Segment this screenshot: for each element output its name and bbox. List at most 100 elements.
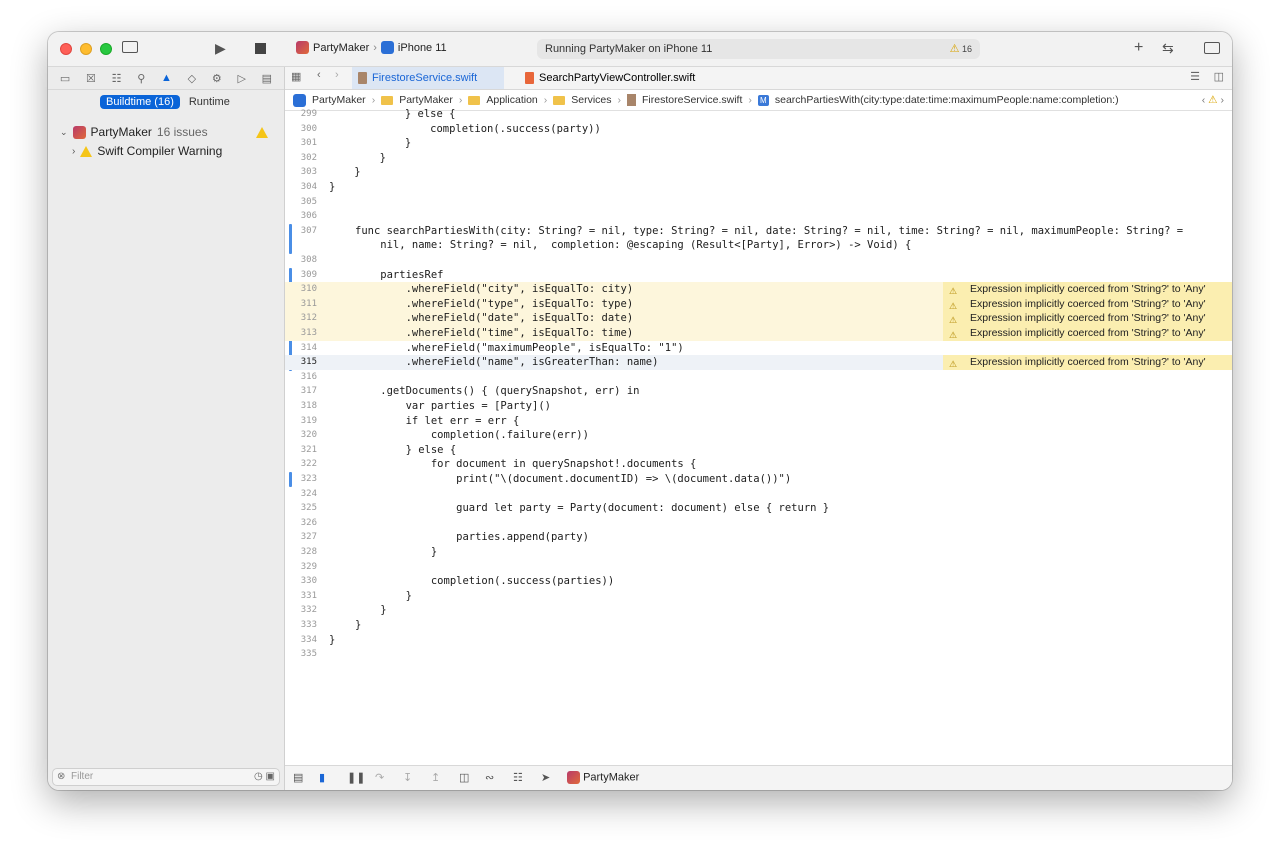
project-issue-row[interactable]: ⌄ PartyMaker 16 issues: [60, 125, 208, 139]
view-debugger-icon[interactable]: ◫: [459, 771, 469, 784]
editor-tab-bar: ▦ ‹ › FirestoreService.swift SearchParty…: [285, 67, 1232, 90]
issue-stepper[interactable]: ‹ ⚠ ›: [1202, 94, 1224, 106]
line-number: 306: [300, 211, 317, 222]
target-name: PartyMaker: [583, 771, 640, 784]
line-text: .getDocuments() { (querySnapshot, err) i…: [355, 385, 640, 398]
line-number: 328: [300, 547, 317, 557]
debug-navigator-icon[interactable]: ⚙: [212, 72, 222, 85]
line-number: 309: [300, 269, 317, 280]
find-navigator-icon[interactable]: ⚲: [137, 72, 145, 85]
breadcrumb-services[interactable]: Services: [571, 94, 611, 106]
inline-warning[interactable]: ⚠ Expression implicitly coerced from 'Str…: [943, 296, 1232, 312]
code-line: 318 var parties = [Party](): [285, 399, 1232, 414]
test-navigator-icon[interactable]: ◇: [188, 72, 196, 85]
scheme-app-name: PartyMaker: [313, 41, 370, 54]
close-window-button[interactable]: [60, 43, 72, 55]
zoom-window-button[interactable]: [100, 43, 112, 55]
issue-group-row[interactable]: › Swift Compiler Warning: [72, 144, 222, 158]
line-number: 317: [300, 386, 317, 397]
memory-graph-icon[interactable]: ∾: [485, 771, 494, 784]
line-number: 308: [300, 255, 317, 265]
chevron-right-icon[interactable]: ›: [72, 146, 75, 157]
split-editor-icon[interactable]: ◫: [1214, 70, 1224, 83]
pause-icon[interactable]: ❚❚: [347, 771, 365, 784]
code-line: 306: [285, 209, 1232, 224]
tab-firestoreservice[interactable]: FirestoreService.swift: [352, 67, 504, 89]
target-selector[interactable]: PartyMaker: [567, 771, 639, 784]
filter-options-icon[interactable]: ◷ ▣: [254, 769, 275, 785]
warning-count-badge[interactable]: ⚠ 16: [950, 39, 972, 59]
location-icon[interactable]: ➤: [541, 771, 550, 784]
inline-warning[interactable]: ⚠ Expression implicitly coerced from 'Str…: [943, 282, 1232, 297]
chevron-right-icon: ›: [543, 94, 548, 106]
line-number: 302: [300, 152, 317, 163]
breakpoints-icon[interactable]: ▮: [319, 771, 325, 784]
tab-searchpartyviewcontroller[interactable]: SearchPartyViewController.swift: [519, 67, 719, 89]
line-number: 318: [300, 401, 317, 411]
line-text: }: [329, 166, 361, 179]
line-number: 301: [300, 138, 317, 149]
chevron-down-icon[interactable]: ⌄: [60, 127, 68, 138]
step-into-icon[interactable]: ↧: [403, 771, 412, 784]
code-line: 303 }: [285, 165, 1232, 180]
warning-icon: ⚠: [949, 359, 958, 370]
runtime-segment[interactable]: Runtime: [180, 95, 239, 109]
code-line: 302 }: [285, 151, 1232, 166]
xcode-window: ▶ PartyMaker › iPhone 11 Running PartyMa…: [48, 32, 1232, 790]
source-control-icon[interactable]: ☒: [86, 72, 96, 85]
project-navigator-icon[interactable]: ▭: [60, 72, 70, 85]
step-over-icon[interactable]: ↷: [375, 771, 384, 784]
filter-field[interactable]: ⊗ Filter ◷ ▣: [52, 768, 280, 786]
issue-navigator-icon[interactable]: ▲: [161, 72, 172, 84]
breadcrumb-application[interactable]: Application: [486, 94, 537, 106]
back-icon[interactable]: ‹: [317, 69, 321, 81]
chevron-right-icon: ›: [373, 41, 377, 54]
project-name: PartyMaker: [90, 125, 152, 139]
project-icon: [72, 125, 86, 139]
line-text: .whereField("maximumPeople", isEqualTo: …: [355, 341, 684, 354]
buildtime-segment[interactable]: Buildtime (16): [100, 95, 180, 109]
sidebar-toggle-icon[interactable]: [122, 41, 138, 53]
scheme-selector[interactable]: PartyMaker › iPhone 11: [296, 41, 447, 54]
report-navigator-icon[interactable]: ▤: [262, 72, 272, 85]
inline-warning[interactable]: ⚠ Expression implicitly coerced from 'Str…: [943, 326, 1232, 341]
swift-file-icon: [358, 72, 367, 84]
code-line: 314 .whereField("maximumPeople", isEqual…: [285, 341, 1232, 356]
breadcrumb-file[interactable]: FirestoreService.swift: [642, 94, 742, 106]
inline-warning[interactable]: ⚠ Expression implicitly coerced from 'Str…: [943, 355, 1232, 370]
minimize-window-button[interactable]: [80, 43, 92, 55]
code-line: 334}: [285, 633, 1232, 648]
breadcrumb-project[interactable]: PartyMaker: [312, 94, 366, 106]
breadcrumb-method[interactable]: searchPartiesWith(city:type:date:time:ma…: [775, 94, 1119, 106]
add-icon[interactable]: +: [1134, 40, 1143, 56]
step-out-icon[interactable]: ↥: [431, 771, 440, 784]
line-text: }: [355, 619, 362, 631]
grid-icon[interactable]: ▦: [291, 70, 301, 83]
forward-icon[interactable]: ›: [335, 69, 339, 81]
code-line: 330 completion(.success(parties)): [285, 574, 1232, 589]
line-number: 333: [300, 620, 317, 630]
line-text: completion(.success(parties)): [355, 575, 615, 588]
line-text: print("\(document.documentID) => \(docum…: [355, 473, 792, 485]
stop-button[interactable]: [255, 43, 266, 54]
warning-message: Expression implicitly coerced from 'Stri…: [970, 312, 1206, 325]
project-issue-count: 16 issues: [156, 125, 208, 139]
line-text: }: [355, 604, 387, 617]
breadcrumb-group[interactable]: PartyMaker: [399, 94, 453, 106]
symbol-navigator-icon[interactable]: ☷: [112, 72, 122, 85]
hide-debug-area-icon[interactable]: ▤: [293, 771, 303, 784]
line-number: 320: [300, 430, 317, 441]
method-icon: M: [757, 94, 769, 106]
inline-warning[interactable]: ⚠ Expression implicitly coerced from 'Str…: [943, 311, 1232, 326]
code-review-icon[interactable]: ⇆: [1162, 40, 1174, 56]
inspector-toggle-icon[interactable]: [1204, 42, 1220, 54]
code-line: 308: [285, 253, 1232, 268]
breakpoint-navigator-icon[interactable]: ▷: [237, 72, 245, 85]
line-text: .whereField("city", isEqualTo: city): [355, 283, 634, 296]
editor-options-icon[interactable]: ☰: [1190, 70, 1200, 83]
line-number: 314: [300, 342, 317, 353]
folder-icon: [553, 95, 566, 105]
code-area[interactable]: 299 } else { 300 completion(.success(par…: [285, 108, 1232, 711]
run-button[interactable]: ▶: [215, 40, 226, 56]
environment-overrides-icon[interactable]: ☷: [513, 771, 523, 784]
